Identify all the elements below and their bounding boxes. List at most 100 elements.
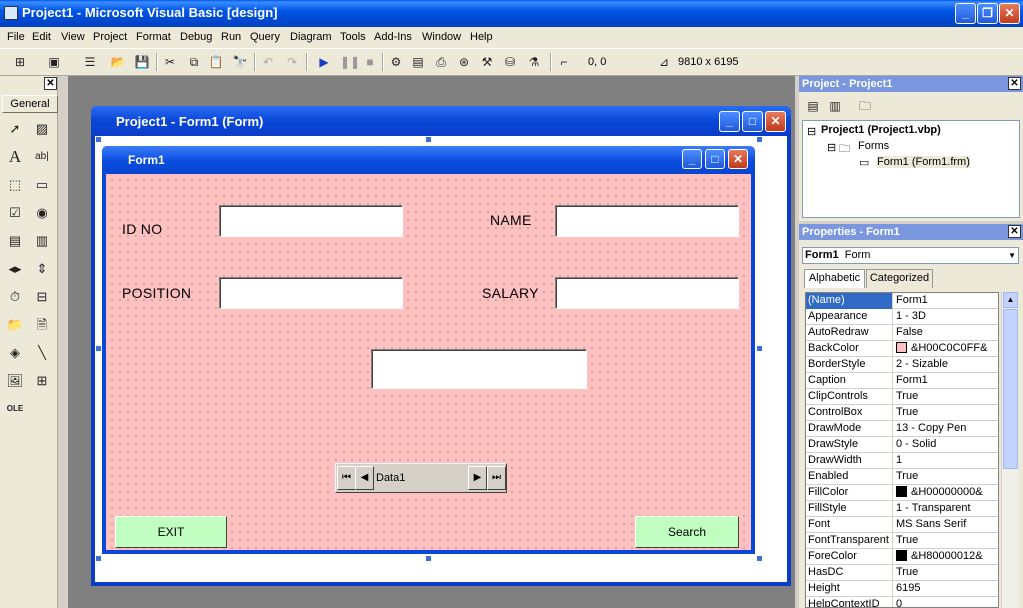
commandbutton-tool-icon[interactable]: ▭ — [31, 174, 53, 196]
property-value[interactable]: &H00C0C0FF& — [894, 341, 998, 357]
resize-handle[interactable] — [757, 137, 762, 142]
resize-handle[interactable] — [757, 346, 762, 351]
name-textbox[interactable] — [555, 205, 739, 237]
vscrollbar-tool-icon[interactable]: ⇕ — [31, 258, 53, 280]
property-value[interactable]: True — [894, 533, 998, 549]
picturebox-tool-icon[interactable]: ▨ — [31, 118, 53, 140]
properties-panel-close-icon[interactable]: ✕ — [1008, 225, 1021, 238]
menu-view[interactable]: View — [61, 31, 85, 43]
component-manager-icon[interactable]: ⚗ — [526, 54, 542, 70]
tree-expander-icon[interactable]: ⊟ — [807, 125, 816, 138]
salary-textbox[interactable] — [555, 277, 739, 309]
tab-alphabetic[interactable]: Alphabetic — [804, 269, 865, 288]
form1-minimize-button[interactable]: _ — [682, 149, 702, 169]
property-value[interactable]: 1 - Transparent — [894, 501, 998, 517]
property-row[interactable]: Height 6195 — [806, 581, 998, 597]
property-row[interactable]: AutoRedraw False — [806, 325, 998, 341]
property-row[interactable]: FillStyle 1 - Transparent — [806, 501, 998, 517]
property-value[interactable]: True — [894, 565, 998, 581]
data-view-icon[interactable]: ⛁ — [502, 54, 518, 70]
tab-categorized[interactable]: Categorized — [866, 269, 933, 288]
property-row[interactable]: DrawStyle 0 - Solid — [806, 437, 998, 453]
toggle-folders-icon[interactable]: 🗀 — [857, 98, 873, 114]
textbox-tool-icon[interactable]: ab| — [31, 146, 53, 168]
label-tool-icon[interactable]: A — [4, 146, 26, 168]
result-textbox[interactable] — [371, 349, 587, 389]
form-layout-icon[interactable]: ⎙ — [433, 54, 449, 70]
object-browser-icon[interactable]: ⊛ — [456, 54, 472, 70]
property-value[interactable]: True — [894, 469, 998, 485]
undo-icon[interactable]: ↶ — [260, 54, 276, 70]
property-value[interactable]: True — [894, 405, 998, 421]
property-value[interactable]: False — [894, 325, 998, 341]
toolbox-close-icon[interactable]: ✕ — [44, 77, 57, 90]
resize-handle[interactable] — [426, 556, 431, 561]
designer-close-button[interactable]: ✕ — [765, 111, 786, 132]
menu-project[interactable]: Project — [93, 31, 127, 43]
property-value[interactable]: 1 - 3D — [894, 309, 998, 325]
toolbox-general-tab[interactable]: General — [2, 95, 58, 113]
view-code-icon[interactable]: ▤ — [805, 98, 821, 114]
menu-debug[interactable]: Debug — [180, 31, 212, 43]
project-explorer-icon[interactable]: ⚙ — [388, 54, 404, 70]
frame-tool-icon[interactable]: ⬚ — [4, 174, 26, 196]
menu-diagram[interactable]: Diagram — [290, 31, 332, 43]
combobox-tool-icon[interactable]: ▤ — [4, 230, 26, 252]
form1-body[interactable]: ID NO NAME POSITION SALARY ⏮ ◀ Data1 ▶ ⏭… — [106, 174, 751, 550]
property-row[interactable]: Caption Form1 — [806, 373, 998, 389]
property-value[interactable]: &H00000000& — [894, 485, 998, 501]
filelistbox-tool-icon[interactable]: 🗎 — [31, 314, 53, 336]
paste-icon[interactable]: 📋 — [208, 54, 224, 70]
menu-format[interactable]: Format — [136, 31, 171, 43]
find-icon[interactable]: 🔭 — [232, 54, 248, 70]
object-selector-combo[interactable]: Form1 Form ▼ — [802, 247, 1019, 264]
property-value[interactable]: 13 - Copy Pen — [894, 421, 998, 437]
menu-query[interactable]: Query — [250, 31, 280, 43]
break-icon[interactable]: ❚❚ — [340, 54, 360, 70]
menu-edit[interactable]: Edit — [32, 31, 51, 43]
dirlistbox-tool-icon[interactable]: 📁 — [4, 314, 26, 336]
menu-file[interactable]: File — [7, 31, 25, 43]
designer-minimize-button[interactable]: _ — [719, 111, 740, 132]
form1-maximize-button[interactable]: □ — [705, 149, 725, 169]
minimize-button[interactable]: _ — [955, 3, 976, 24]
id-no-textbox[interactable] — [219, 205, 403, 237]
timer-tool-icon[interactable]: ⏱ — [4, 286, 26, 308]
property-row[interactable]: HelpContextID 0 — [806, 597, 998, 607]
property-row[interactable]: Enabled True — [806, 469, 998, 485]
chevron-down-icon[interactable]: ▼ — [1008, 248, 1016, 263]
move-next-button[interactable]: ▶ — [468, 466, 487, 490]
property-row[interactable]: HasDC True — [806, 565, 998, 581]
resize-handle[interactable] — [96, 346, 101, 351]
exit-button[interactable]: EXIT — [115, 516, 227, 548]
resize-handle[interactable] — [96, 556, 101, 561]
property-row[interactable]: FontTransparent True — [806, 533, 998, 549]
data-control[interactable]: ⏮ ◀ Data1 ▶ ⏭ — [335, 463, 507, 493]
menu-editor-icon[interactable]: ☰ — [82, 54, 98, 70]
image-tool-icon[interactable]: 🖼 — [4, 370, 26, 392]
drivelistbox-tool-icon[interactable]: ⊟ — [31, 286, 53, 308]
property-row[interactable]: ForeColor &H80000012& — [806, 549, 998, 565]
ole-tool-icon[interactable]: OLE — [4, 398, 26, 420]
property-row[interactable]: BorderStyle 2 - Sizable — [806, 357, 998, 373]
property-value[interactable]: Form1 — [894, 293, 998, 309]
property-row[interactable]: ClipControls True — [806, 389, 998, 405]
property-value[interactable]: Form1 — [894, 373, 998, 389]
property-value[interactable]: 0 - Solid — [894, 437, 998, 453]
line-tool-icon[interactable]: ╲ — [31, 342, 53, 364]
menu-run[interactable]: Run — [221, 31, 241, 43]
resize-handle[interactable] — [96, 137, 101, 142]
move-first-button[interactable]: ⏮ — [337, 466, 356, 490]
save-icon[interactable]: 💾 — [134, 54, 150, 70]
property-value[interactable]: 0 — [894, 597, 998, 607]
resize-handle[interactable] — [426, 137, 431, 142]
position-textbox[interactable] — [219, 277, 403, 309]
optionbutton-tool-icon[interactable]: ◉ — [31, 202, 53, 224]
property-value[interactable]: 2 - Sizable — [894, 357, 998, 373]
scroll-thumb[interactable] — [1003, 309, 1018, 469]
tree-project-root[interactable]: Project1 (Project1.vbp) — [821, 124, 941, 136]
property-value[interactable]: True — [894, 389, 998, 405]
property-value[interactable]: 1 — [894, 453, 998, 469]
listbox-tool-icon[interactable]: ▥ — [31, 230, 53, 252]
property-value[interactable]: 6195 — [894, 581, 998, 597]
